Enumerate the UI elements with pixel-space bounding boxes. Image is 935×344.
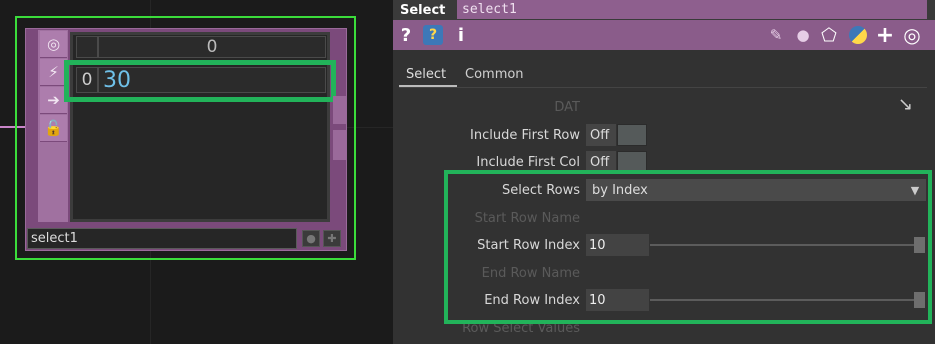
help-icon[interactable]: ? (398, 22, 414, 48)
operator-type-label: Select (400, 2, 446, 18)
tab-common[interactable]: Common (465, 62, 524, 86)
tab-divider (399, 87, 927, 88)
param-label-dat: DAT (554, 99, 580, 115)
viewer-active-icon[interactable]: ◎ (40, 31, 67, 58)
viewer-toggle-icon[interactable]: ● (302, 230, 320, 247)
params-highlight-box (444, 170, 932, 324)
python-icon[interactable] (847, 22, 869, 48)
comment-icon[interactable]: ● (792, 22, 814, 48)
output-connector[interactable] (333, 96, 347, 124)
table-corner-cell (76, 36, 98, 58)
target-icon[interactable]: ◎ (900, 22, 924, 48)
display-arrow-icon[interactable]: ➔ (40, 87, 67, 114)
cell-highlight-box (64, 60, 336, 102)
include-first-row-toggle[interactable] (617, 124, 647, 146)
param-label-include-first-row: Include First Row (470, 127, 580, 143)
info-icon[interactable]: i (454, 22, 468, 48)
include-first-row-value[interactable]: Off (586, 124, 616, 146)
pin-icon[interactable]: ✚ (323, 230, 341, 247)
active-tab-indicator (399, 85, 457, 87)
dat-reference-arrow-icon[interactable]: ↘ (898, 94, 926, 116)
node-name-label[interactable]: select1 (27, 228, 297, 249)
bypass-icon[interactable]: ⚡ (40, 59, 67, 86)
table-column-header: 0 (98, 36, 326, 58)
lock-icon[interactable]: 🔓 (40, 115, 67, 142)
tab-select[interactable]: Select (406, 62, 446, 86)
pencil-icon[interactable]: ✎ (766, 22, 786, 48)
python-help-icon[interactable]: ? (421, 22, 445, 48)
output-connector[interactable] (333, 130, 347, 160)
add-icon[interactable]: + (874, 22, 896, 48)
operator-name-field[interactable]: select1 (457, 0, 927, 19)
clone-icon[interactable]: ⬠ (818, 22, 840, 48)
